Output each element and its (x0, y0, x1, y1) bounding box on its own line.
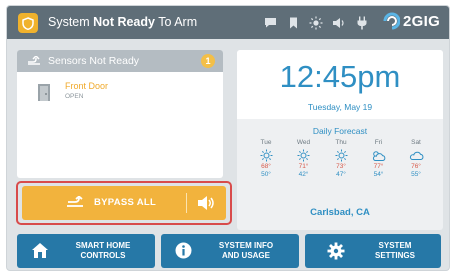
sun-icon (297, 148, 310, 163)
plug-icon[interactable] (355, 15, 369, 31)
top-status-bar: System Not Ready To Arm 2GIG (7, 6, 449, 39)
info-icon (175, 242, 192, 259)
system-settings-label: SYSTEM SETTINGS (374, 241, 415, 260)
arm-status-text: System Not Ready To Arm (48, 15, 198, 29)
speaker-icon[interactable] (197, 195, 215, 211)
sensor-name: Front Door (65, 81, 109, 91)
forecast-days: Tue 68° 50° Wed 71° 42° Thu 73° 47° Fri … (251, 139, 431, 179)
smart-home-label: SMART HOME CONTROLS (75, 241, 131, 260)
gear-icon (327, 242, 345, 260)
forecast-day: Fri 77° 54° (364, 139, 394, 179)
sensors-header-label: Sensors Not Ready (48, 55, 140, 67)
clock-weather-panel[interactable]: 12:45pm Tuesday, May 19 Daily Forecast T… (237, 50, 443, 230)
forecast-day: Thu 73° 47° (326, 139, 356, 179)
sensors-header[interactable]: Sensors Not Ready 1 (17, 50, 223, 72)
day-high: 73° (336, 163, 346, 170)
day-name: Tue (260, 139, 272, 146)
bypass-all-label: BYPASS ALL (94, 197, 157, 208)
bypass-all-button[interactable]: BYPASS ALL (22, 186, 226, 220)
day-low: 55° (411, 171, 421, 178)
day-high: 76° (411, 163, 421, 170)
sun-icon (335, 148, 348, 163)
sensors-count-badge: 1 (201, 54, 215, 68)
clock-date: Tuesday, May 19 (307, 102, 373, 112)
day-high: 71° (298, 163, 309, 170)
day-low: 50° (261, 171, 271, 178)
home-icon (32, 243, 48, 258)
day-name: Sat (411, 139, 421, 146)
weather-location: Carlsbad, CA (310, 207, 370, 218)
day-low: 42° (298, 171, 309, 178)
chat-icon[interactable] (263, 15, 277, 31)
brand-logo-icon (383, 12, 400, 30)
day-name: Fri (374, 139, 383, 146)
sensor-list-item[interactable]: Front Door OPEN (37, 81, 217, 105)
sun-icon (260, 148, 273, 163)
day-name: Thu (335, 139, 347, 146)
forecast-day: Sat 76° 55° (401, 139, 431, 179)
sensor-arrow-icon (28, 56, 40, 65)
bookmark-icon[interactable] (286, 15, 300, 31)
cloudy-icon (409, 148, 424, 163)
clock-area: 12:45pm Tuesday, May 19 (237, 50, 443, 119)
sensors-panel: Sensors Not Ready 1 Front Door OPEN (17, 50, 223, 178)
day-low: 47° (336, 171, 346, 178)
sensor-state: OPEN (65, 93, 84, 100)
clock-time: 12:45pm (279, 59, 401, 94)
brand-logo: 2GIG (383, 12, 440, 30)
volume-icon[interactable] (332, 15, 346, 31)
bypass-divider (186, 193, 187, 213)
forecast-title: Daily Forecast (312, 126, 368, 136)
brand-name: 2GIG (403, 12, 441, 30)
panel-screen: System Not Ready To Arm 2GIG Sensors Not… (6, 5, 450, 271)
day-high: 68° (261, 163, 271, 170)
system-info-label: SYSTEM INFO AND USAGE (218, 241, 274, 260)
day-high: 77° (373, 163, 384, 170)
system-info-button[interactable]: SYSTEM INFO AND USAGE (161, 234, 299, 268)
day-low: 54° (373, 171, 384, 178)
smart-home-controls-button[interactable]: SMART HOME CONTROLS (17, 234, 155, 268)
forecast-day: Tue 68° 50° (251, 139, 281, 179)
security-shield-icon[interactable] (18, 13, 38, 33)
system-settings-button[interactable]: SYSTEM SETTINGS (305, 234, 441, 268)
bypass-arrow-icon (67, 196, 83, 207)
door-icon (38, 84, 50, 101)
forecast-day: Wed 71° 42° (289, 139, 319, 179)
partly-cloudy-icon (371, 148, 386, 163)
brightness-icon[interactable] (309, 15, 323, 31)
day-name: Wed (296, 139, 311, 146)
